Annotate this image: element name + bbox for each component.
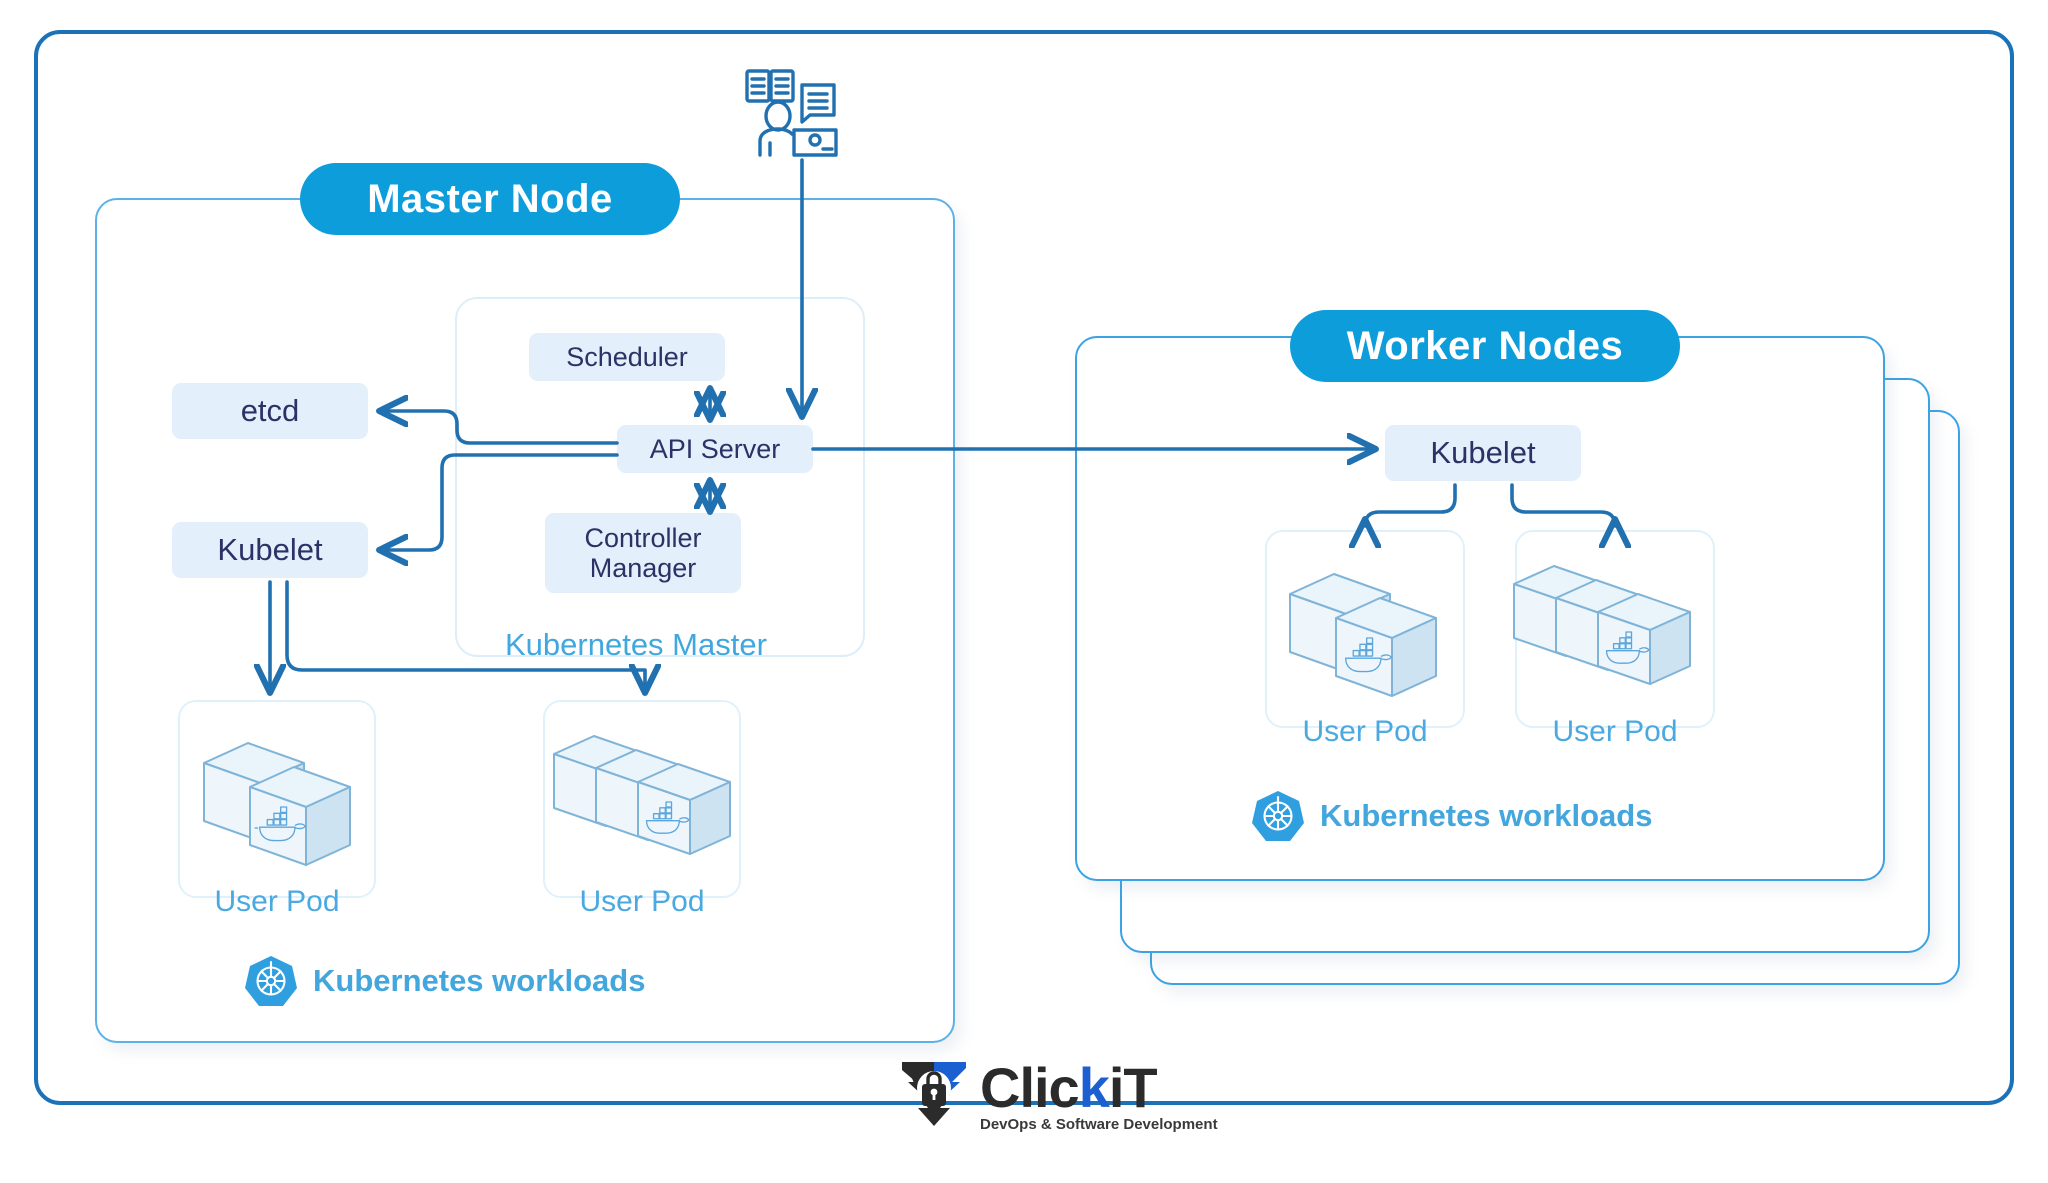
worker-workloads: Kubernetes workloads [1252, 790, 1652, 842]
controller-manager-chip[interactable]: Controller Manager [545, 513, 741, 593]
etcd-chip[interactable]: etcd [172, 383, 368, 439]
scheduler-chip[interactable]: Scheduler [529, 333, 725, 381]
kubernetes-master-label: Kubernetes Master [505, 627, 767, 662]
developer-workstation-icon [744, 68, 844, 158]
master-user-pod-label-1: User Pod [214, 885, 340, 918]
clickit-logo: ClickiT DevOps & Software Development [898, 1059, 1218, 1134]
clickit-name-part1: Clic [980, 1055, 1080, 1119]
controller-manager-label-line1: Controller [584, 522, 702, 553]
worker-kubelet-label: Kubelet [1430, 434, 1536, 470]
kubernetes-helm-icon [1252, 790, 1304, 842]
worker-nodes-label: Worker Nodes [1346, 323, 1624, 368]
worker-nodes-pill: Worker Nodes [1290, 310, 1680, 382]
worker-pod-cubes-2 [1510, 548, 1710, 708]
api-server-chip[interactable]: API Server [617, 425, 813, 473]
master-workloads: Kubernetes workloads [245, 955, 645, 1007]
master-node-pill: Master Node [300, 163, 680, 235]
worker-workloads-label: Kubernetes workloads [1320, 798, 1653, 833]
worker-user-pod-label-1: User Pod [1302, 715, 1428, 748]
master-workloads-label: Kubernetes workloads [313, 963, 646, 998]
master-pod-cubes-1 [196, 725, 361, 875]
worker-kubelet-chip[interactable]: Kubelet [1385, 425, 1581, 481]
clickit-name-part2: iT [1108, 1055, 1158, 1119]
scheduler-label: Scheduler [566, 341, 688, 372]
controller-manager-label-line2: Manager [589, 553, 697, 583]
clickit-tagline: DevOps & Software Development [980, 1116, 1218, 1134]
master-kubelet-chip[interactable]: Kubelet [172, 522, 368, 578]
etcd-label: etcd [240, 392, 300, 428]
worker-user-pod-label-2: User Pod [1552, 715, 1678, 748]
master-pod-cubes-2 [550, 718, 750, 878]
clickit-name-k: k [1078, 1055, 1110, 1119]
kubernetes-helm-icon [245, 955, 297, 1007]
worker-pod-cubes-1 [1282, 556, 1447, 706]
master-user-pod-label-2: User Pod [579, 885, 705, 918]
clickit-wordmark: ClickiT [980, 1059, 1218, 1115]
api-server-label: API Server [649, 433, 781, 464]
master-kubelet-label: Kubelet [217, 531, 323, 567]
diagram-canvas: Master Node Kubernetes Master Scheduler … [0, 0, 2048, 1183]
master-node-label: Master Node [367, 176, 613, 221]
clickit-shield-lock-icon [898, 1060, 970, 1133]
